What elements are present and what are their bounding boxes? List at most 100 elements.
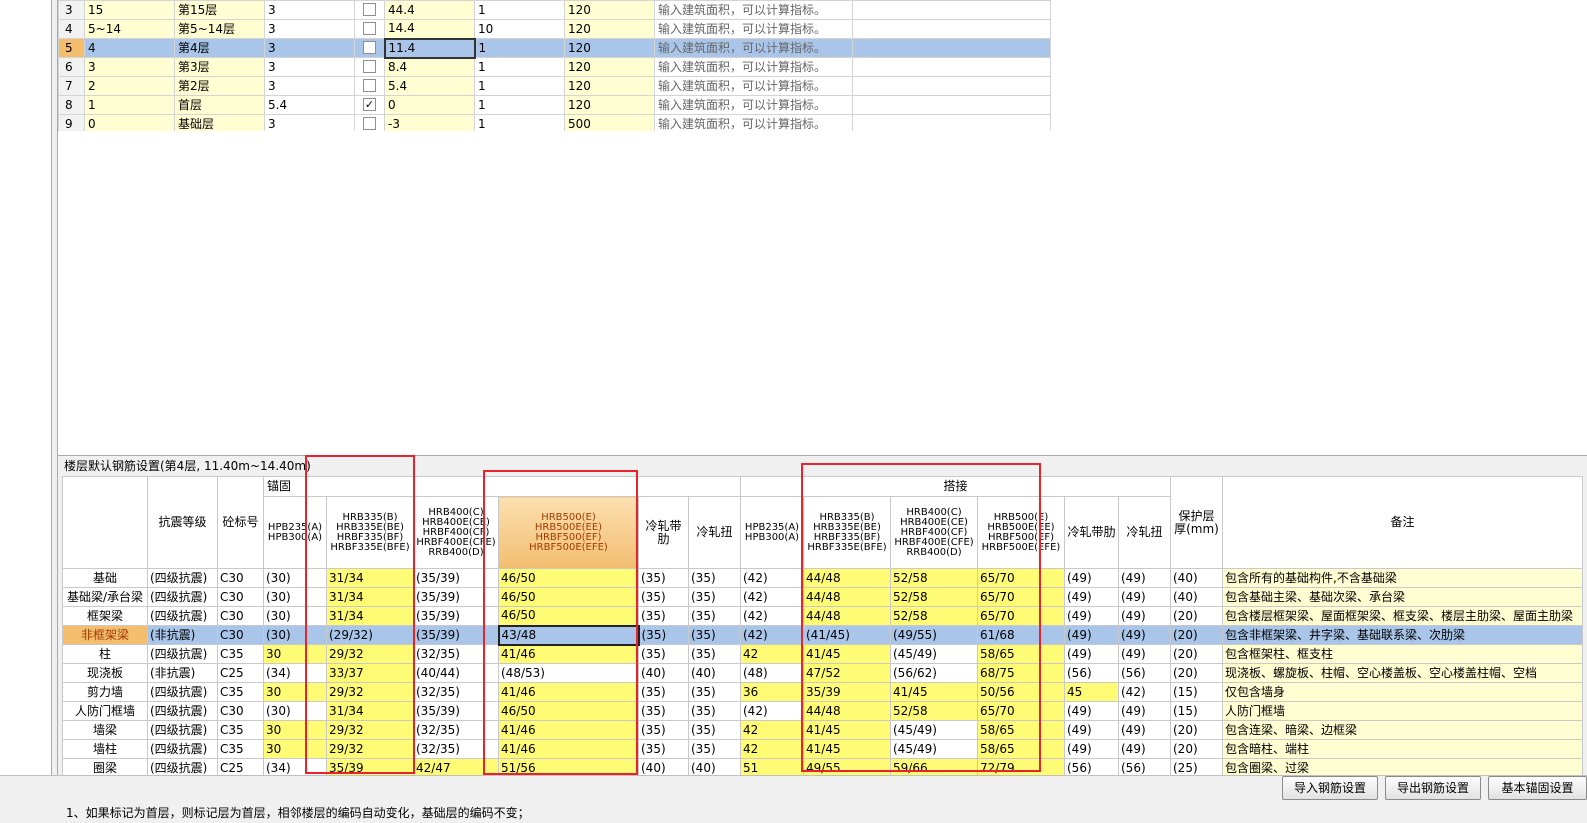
floor-elevation-cell[interactable]: 11.4 xyxy=(383,37,476,59)
lap-cold-twist-cell[interactable]: (49) xyxy=(1118,587,1171,607)
concrete-grade-cell[interactable]: C35 xyxy=(217,720,264,740)
lap-cold-rib-cell[interactable]: (49) xyxy=(1064,625,1119,645)
lap-cold-rib-cell[interactable]: (49) xyxy=(1064,720,1119,740)
floor-remark-cell[interactable]: 输入建筑面积，可以计算指标。 xyxy=(654,57,853,77)
first-floor-checkbox-cell[interactable]: ✓ xyxy=(354,95,385,115)
anchor-hrb500-cell[interactable]: 41/46 xyxy=(498,644,639,664)
first-floor-checkbox-cell[interactable] xyxy=(354,57,385,77)
cover-cell[interactable]: (40) xyxy=(1170,568,1223,588)
first-floor-checkbox[interactable] xyxy=(363,116,376,130)
cover-cell[interactable]: (20) xyxy=(1170,606,1223,626)
floor-elevation-cell[interactable]: 8.4 xyxy=(384,57,475,77)
anchor-hpb-cell[interactable]: 30 xyxy=(263,739,327,759)
anchor-hrb335-cell[interactable]: (29/32) xyxy=(326,625,414,645)
floor-code-cell[interactable]: 5~14 xyxy=(84,19,175,39)
concrete-grade-cell[interactable]: C30 xyxy=(217,568,264,588)
lap-cold-rib-cell[interactable]: (49) xyxy=(1064,568,1119,588)
anchor-hrb400-cell[interactable]: (35/39) xyxy=(413,625,499,645)
lap-cold-twist-cell[interactable]: (49) xyxy=(1118,625,1171,645)
concrete-grade-cell[interactable]: C35 xyxy=(217,682,264,702)
concrete-grade-cell[interactable]: C30 xyxy=(217,625,264,645)
lap-hrb335-cell[interactable]: 47/52 xyxy=(803,663,891,683)
lap-cold-twist-cell[interactable]: (49) xyxy=(1118,739,1171,759)
lap-hrb335-cell[interactable]: (41/45) xyxy=(803,625,891,645)
anchor-cold-twist-cell[interactable]: (35) xyxy=(688,739,741,759)
floor-elevation-cell[interactable]: 14.4 xyxy=(384,19,475,39)
anchor-cold-twist-cell[interactable]: (35) xyxy=(688,682,741,702)
floor-remark-cell[interactable]: 输入建筑面积，可以计算指标。 xyxy=(654,95,853,115)
lap-hrb335-cell[interactable]: 35/39 xyxy=(803,682,891,702)
lap-cold-twist-cell[interactable]: (49) xyxy=(1118,701,1171,721)
floor-row[interactable]: 4 5~14 第5~14层 3 14.4 10 120 输入建筑面积，可以计算指标。 xyxy=(58,19,1051,39)
anchor-hpb-cell[interactable]: (30) xyxy=(263,568,327,588)
lap-hrb500-cell[interactable]: 58/65 xyxy=(977,739,1065,759)
anchor-hrb335-cell[interactable]: 29/32 xyxy=(326,720,414,740)
lap-hpb-cell[interactable]: (42) xyxy=(740,625,804,645)
seismic-grade-cell[interactable]: (四级抗震) xyxy=(147,568,218,588)
lap-cold-rib-cell[interactable]: 45 xyxy=(1064,682,1119,702)
lap-cold-twist-cell[interactable]: (56) xyxy=(1118,663,1171,683)
anchor-hrb500-cell[interactable]: 41/46 xyxy=(498,739,639,759)
lap-hrb335-cell[interactable]: 44/48 xyxy=(803,701,891,721)
rebar-row[interactable]: 非框架梁 (非抗震) C30 (30) (29/32) (35/39) 43/48 (35)(… xyxy=(62,624,1583,646)
anchor-hrb335-cell[interactable]: 29/32 xyxy=(326,682,414,702)
cover-cell[interactable]: (20) xyxy=(1170,663,1223,683)
first-floor-checkbox[interactable] xyxy=(363,21,376,35)
lap-cold-rib-cell[interactable]: (49) xyxy=(1064,701,1119,721)
floor-code-cell[interactable]: 15 xyxy=(84,0,175,20)
remark-cell[interactable]: 包含暗柱、端柱 xyxy=(1222,739,1583,759)
anchor-hrb500-cell[interactable]: 41/46 xyxy=(498,682,639,702)
anchor-cold-rib-cell[interactable]: (35) xyxy=(638,606,689,626)
cover-cell[interactable]: (15) xyxy=(1170,701,1223,721)
floor-height-cell[interactable]: 3 xyxy=(264,76,355,96)
lap-hpb-cell[interactable]: 42 xyxy=(740,720,804,740)
lap-hrb400-cell[interactable]: 52/58 xyxy=(890,587,978,607)
lap-hrb400-cell[interactable]: 52/58 xyxy=(890,568,978,588)
anchor-cold-rib-cell[interactable]: (35) xyxy=(638,625,689,645)
anchor-cold-twist-cell[interactable]: (35) xyxy=(688,625,741,645)
lap-hrb400-cell[interactable]: (45/49) xyxy=(890,644,978,664)
floor-count-cell[interactable]: 1 xyxy=(474,95,565,115)
floor-extra-cell[interactable] xyxy=(852,0,1051,20)
first-floor-checkbox[interactable] xyxy=(363,59,376,73)
anchor-cold-twist-cell[interactable]: (35) xyxy=(688,568,741,588)
floor-extra-cell[interactable] xyxy=(852,19,1051,39)
cover-cell[interactable]: (20) xyxy=(1170,739,1223,759)
lap-hrb400-cell[interactable]: (56/62) xyxy=(890,663,978,683)
anchor-hrb400-cell[interactable]: (35/39) xyxy=(413,606,499,626)
anchor-hrb335-cell[interactable]: 29/32 xyxy=(326,644,414,664)
remark-cell[interactable]: 人防门框墙 xyxy=(1222,701,1583,721)
floor-remark-cell[interactable]: 输入建筑面积，可以计算指标。 xyxy=(654,76,853,96)
anchor-cold-twist-cell[interactable]: (40) xyxy=(688,663,741,683)
first-floor-checkbox[interactable] xyxy=(363,78,376,92)
anchor-hrb400-cell[interactable]: (32/35) xyxy=(413,739,499,759)
lap-hpb-cell[interactable]: (42) xyxy=(740,587,804,607)
anchor-hrb335-cell[interactable]: 29/32 xyxy=(326,739,414,759)
lap-hpb-cell[interactable]: (42) xyxy=(740,606,804,626)
floor-row[interactable]: 3 15 第15层 3 44.4 1 120 输入建筑面积，可以计算指标。 xyxy=(58,0,1051,20)
floor-name-cell[interactable]: 首层 xyxy=(174,95,265,115)
floor-height-cell[interactable]: 5.4 xyxy=(264,95,355,115)
anchor-hrb400-cell[interactable]: (35/39) xyxy=(413,568,499,588)
seismic-grade-cell[interactable]: (非抗震) xyxy=(147,663,218,683)
floor-count-cell[interactable]: 1 xyxy=(474,76,565,96)
rebar-row[interactable]: 框架梁 (四级抗震) C30 (30) 31/34 (35/39) 46/50 (35) (35… xyxy=(62,606,1583,626)
anchor-hrb335-cell[interactable]: 33/37 xyxy=(326,663,414,683)
rebar-row[interactable]: 墙梁 (四级抗震) C35 30 29/32 (32/35) 41/46 (35) (35) 42… xyxy=(62,720,1583,740)
concrete-grade-cell[interactable]: C30 xyxy=(217,587,264,607)
seismic-grade-cell[interactable]: (四级抗震) xyxy=(147,701,218,721)
floor-code-cell[interactable]: 4 xyxy=(84,38,175,58)
lap-hrb400-cell[interactable]: (45/49) xyxy=(890,720,978,740)
first-floor-checkbox-cell[interactable] xyxy=(354,76,385,96)
anchor-hrb500-cell[interactable]: (48/53) xyxy=(498,663,639,683)
slab-thickness-cell[interactable]: 120 xyxy=(564,76,655,96)
concrete-grade-cell[interactable]: C30 xyxy=(217,606,264,626)
lap-cold-twist-cell[interactable]: (49) xyxy=(1118,568,1171,588)
floor-name-cell[interactable]: 第5~14层 xyxy=(174,19,265,39)
anchor-hpb-cell[interactable]: (30) xyxy=(263,625,327,645)
floor-code-cell[interactable]: 3 xyxy=(84,57,175,77)
remark-cell[interactable]: 包含框架柱、框支柱 xyxy=(1222,644,1583,664)
floor-remark-cell[interactable]: 输入建筑面积，可以计算指标。 xyxy=(654,38,853,58)
rebar-row[interactable]: 柱 (四级抗震) C35 30 29/32 (32/35) 41/46 (35) (35) 42 4… xyxy=(62,644,1583,664)
anchor-hrb400-cell[interactable]: (40/44) xyxy=(413,663,499,683)
